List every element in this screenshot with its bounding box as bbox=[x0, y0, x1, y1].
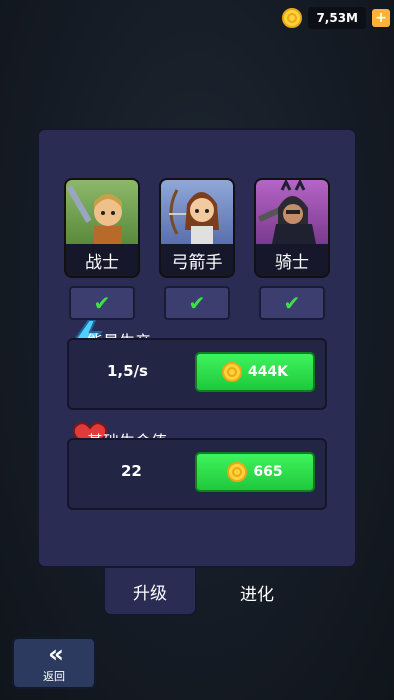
back-label: 返回 bbox=[43, 670, 65, 683]
hero-unlocked-check: ✔ bbox=[69, 286, 135, 320]
plus-icon: + bbox=[375, 10, 387, 26]
knight-portrait bbox=[254, 178, 330, 244]
add-currency-button[interactable]: + bbox=[372, 9, 390, 27]
energy-value: 1,5/s bbox=[107, 362, 148, 380]
energy-cost: 444K bbox=[247, 364, 289, 380]
health-cost: 665 bbox=[253, 464, 283, 480]
energy-stat-box: 1,5/s 444K bbox=[67, 338, 327, 410]
warrior-portrait bbox=[64, 178, 140, 244]
double-chevron-left-icon: ‹‹ bbox=[48, 640, 64, 668]
back-button[interactable]: ‹‹ 返回 bbox=[12, 637, 96, 689]
coin-icon bbox=[221, 362, 242, 382]
hero-card-knight[interactable]: 骑士 ✔ bbox=[253, 178, 331, 320]
tab-upgrade[interactable]: 升级 bbox=[103, 568, 197, 616]
health-upgrade-button[interactable]: 665 bbox=[195, 452, 315, 492]
checkmark-icon: ✔ bbox=[283, 291, 301, 315]
coin-icon bbox=[227, 462, 248, 482]
upgrade-panel: 战士 ✔ 弓箭手 ✔ 骑士 ✔ 1,5/s 444K 22 665 bbox=[37, 128, 357, 568]
hero-name: 骑士 bbox=[254, 244, 330, 278]
currency-bar: 7,53M + bbox=[282, 6, 390, 30]
coin-icon bbox=[282, 8, 303, 28]
health-stat-box: 22 665 bbox=[67, 438, 327, 510]
checkmark-icon: ✔ bbox=[188, 291, 206, 315]
hero-unlocked-check: ✔ bbox=[164, 286, 230, 320]
tab-evolve[interactable]: 进化 bbox=[210, 568, 304, 616]
archer-portrait bbox=[159, 178, 235, 244]
hero-name: 弓箭手 bbox=[159, 244, 235, 278]
hero-list: 战士 ✔ 弓箭手 ✔ 骑士 ✔ bbox=[63, 178, 331, 320]
checkmark-icon: ✔ bbox=[93, 291, 111, 315]
energy-upgrade-button[interactable]: 444K bbox=[195, 352, 315, 392]
health-value: 22 bbox=[121, 462, 142, 480]
hero-unlocked-check: ✔ bbox=[259, 286, 325, 320]
currency-amount: 7,53M bbox=[308, 7, 366, 29]
hero-card-archer[interactable]: 弓箭手 ✔ bbox=[158, 178, 236, 320]
hero-name: 战士 bbox=[64, 244, 140, 278]
hero-card-warrior[interactable]: 战士 ✔ bbox=[63, 178, 141, 320]
